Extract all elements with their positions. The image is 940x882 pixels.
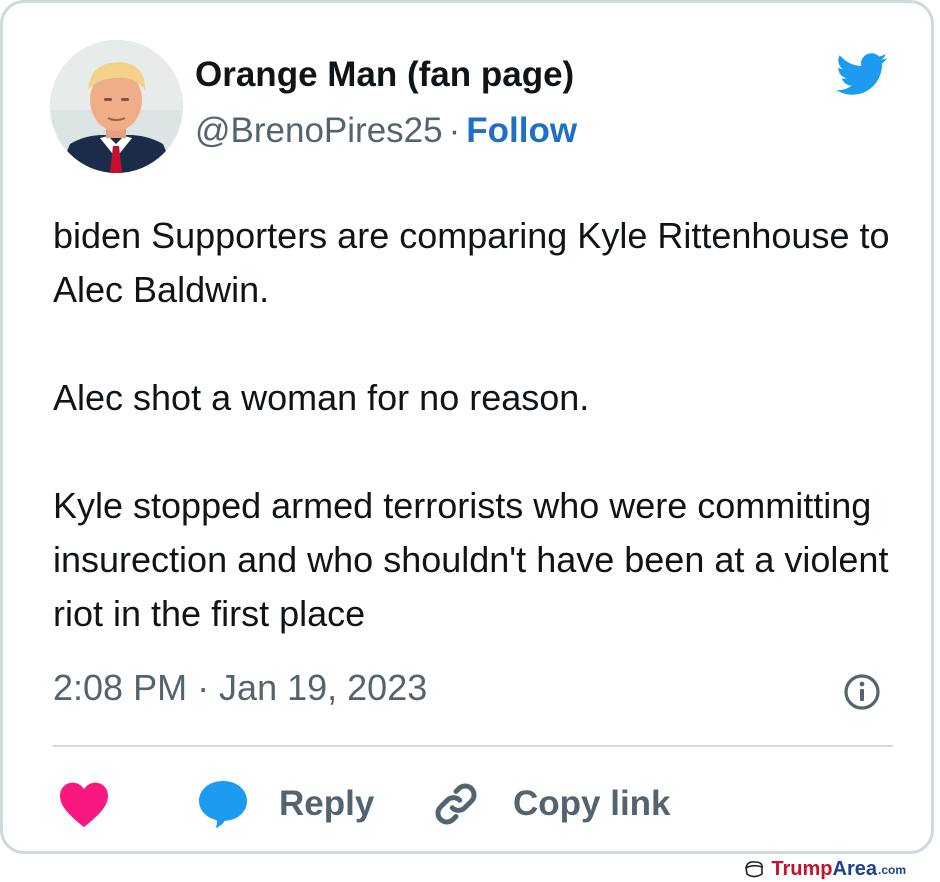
reply-label: Reply	[279, 784, 375, 823]
copy-link-label: Copy link	[513, 784, 671, 823]
watermark: Trump Area .com	[743, 858, 906, 881]
tweet-paragraph: Kyle stopped armed terrorists who were c…	[53, 485, 889, 634]
reply-button[interactable]: Reply	[197, 775, 374, 833]
heart-icon	[60, 782, 108, 828]
separator-dot: ·	[448, 111, 461, 150]
link-icon	[435, 783, 477, 825]
tweet-card: Orange Man (fan page) @BrenoPires25 · Foll…	[0, 0, 934, 854]
copy-link-button[interactable]: Copy link	[431, 775, 671, 833]
author-handle[interactable]: @BrenoPires25	[195, 111, 443, 150]
author-display-name[interactable]: Orange Man (fan page)	[195, 55, 574, 95]
tweet-text: biden Supporters are comparing Kyle Ritt…	[53, 209, 913, 641]
tweet-timestamp[interactable]: 2:08 PM · Jan 19, 2023	[53, 667, 427, 709]
twitter-bird-icon[interactable]	[829, 47, 893, 101]
trump-head-icon	[745, 860, 764, 877]
info-icon[interactable]	[843, 673, 881, 711]
watermark-part-2: Area	[832, 858, 877, 880]
follow-button[interactable]: Follow	[466, 111, 577, 150]
watermark-part-1: Trump	[771, 858, 833, 880]
watermark-part-3: .com	[877, 862, 906, 877]
divider	[53, 745, 893, 747]
like-button[interactable]	[57, 775, 111, 833]
author-handle-row: @BrenoPires25 · Follow	[195, 111, 577, 151]
avatar[interactable]	[50, 40, 183, 173]
speech-bubble-icon	[199, 781, 247, 829]
tweet-paragraph: biden Supporters are comparing Kyle Ritt…	[53, 215, 890, 310]
tweet-paragraph: Alec shot a woman for no reason.	[53, 377, 590, 418]
